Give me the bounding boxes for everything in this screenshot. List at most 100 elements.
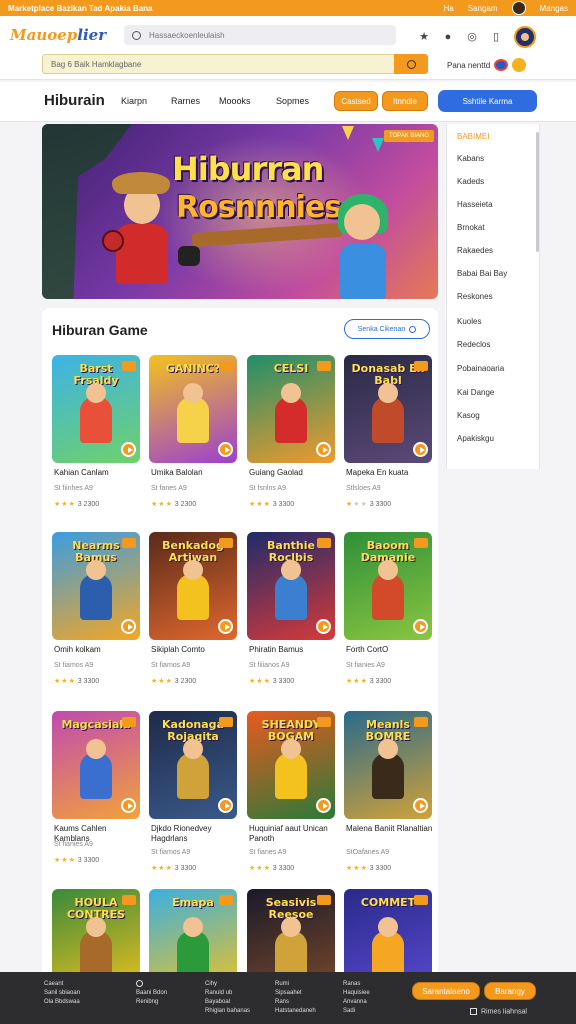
sidebar-item[interactable]: Redeclos bbox=[457, 340, 490, 349]
sidebar-item[interactable]: Hasseieta bbox=[457, 200, 493, 209]
play-icon[interactable] bbox=[413, 442, 428, 457]
sidebar-item[interactable]: Apakiskgu bbox=[457, 434, 494, 443]
region-label[interactable]: Pana nenttd bbox=[447, 61, 490, 70]
footer-primary-button[interactable]: Sarantalaeno bbox=[412, 982, 480, 1000]
sidebar-item[interactable]: Reskones bbox=[457, 292, 493, 301]
sidebar-item[interactable]: Kai Dange bbox=[457, 388, 494, 397]
game-name[interactable]: Guiang Gaolad bbox=[249, 468, 337, 478]
sidebar-item[interactable]: Kabans bbox=[457, 154, 484, 163]
play-icon[interactable] bbox=[316, 798, 331, 813]
game-card[interactable]: Magcasiala Kaums Cahlen Kamblans St fianie… bbox=[52, 711, 140, 881]
nav-link-3[interactable]: Moooks bbox=[219, 96, 251, 106]
filter-pill-1[interactable]: Castsed bbox=[334, 91, 378, 111]
search-button[interactable] bbox=[394, 54, 428, 74]
footer-text[interactable]: Sadi bbox=[343, 1007, 370, 1016]
location-pin-icon[interactable]: ● bbox=[442, 31, 454, 43]
secondary-search-input[interactable]: Bag 6 Baik Hamklagbane bbox=[42, 54, 396, 74]
nav-link-1[interactable]: Kiarpn bbox=[121, 96, 147, 106]
footer-text[interactable]: Anvanna bbox=[343, 998, 370, 1007]
sidebar-item[interactable]: Pobainaoaria bbox=[457, 364, 504, 373]
game-card[interactable]: GANINC? Umika Balolan St fanes A9 ★★★ 3 230… bbox=[149, 355, 237, 525]
footer-text[interactable]: Cihy bbox=[205, 980, 250, 989]
hero-banner[interactable]: Hiburran Rosnnnies TOPAK BIANG bbox=[42, 124, 438, 299]
nav-link-2[interactable]: Rarnes bbox=[171, 96, 200, 106]
nav-title[interactable]: Hiburain bbox=[44, 92, 105, 109]
game-thumbnail[interactable]: Banthie Roclbis bbox=[247, 532, 335, 640]
play-icon[interactable] bbox=[316, 442, 331, 457]
game-name[interactable]: Sikiplah Comto bbox=[151, 645, 239, 655]
game-card[interactable]: Meanls BOMRE Malena Baniit Rlanaltian StOa… bbox=[344, 711, 432, 881]
see-all-button[interactable]: Senka Cikenan bbox=[344, 319, 430, 339]
game-card[interactable]: Donasab En Babl Mapeka En kuata Stlsloes A… bbox=[344, 355, 432, 525]
game-name[interactable]: Mapeka En kuata bbox=[346, 468, 434, 478]
game-card[interactable]: Barst Frsaldy Kahian Canlam St fiinhes A9 ★… bbox=[52, 355, 140, 525]
sidebar-scrollbar[interactable] bbox=[536, 132, 539, 252]
game-card[interactable]: SHEANDY BOGAM Huquiniaf aaut Unican Panot… bbox=[247, 711, 335, 881]
footer-text[interactable]: Rhiglan bahanas bbox=[205, 1007, 250, 1016]
sidebar-item[interactable]: Kadeds bbox=[457, 177, 484, 186]
footer-text[interactable]: Ola Bbdswaa bbox=[44, 998, 80, 1007]
footer-text[interactable]: Ranas bbox=[343, 980, 370, 989]
game-card[interactable]: Benkadog Artiwan Sikiplah Comto St fiamos … bbox=[149, 532, 237, 702]
play-icon[interactable] bbox=[413, 798, 428, 813]
game-name[interactable]: Huquiniaf aaut Unican Panoth bbox=[249, 824, 337, 844]
game-thumbnail[interactable]: CELSI bbox=[247, 355, 335, 463]
site-logo[interactable]: Mauoeplier bbox=[10, 26, 106, 44]
play-icon[interactable] bbox=[218, 619, 233, 634]
top-user-label[interactable]: Mangas bbox=[540, 4, 568, 13]
game-thumbnail[interactable]: SHEANDY BOGAM bbox=[247, 711, 335, 819]
game-name[interactable]: Malena Baniit Rlanaltian bbox=[346, 824, 434, 834]
nav-link-4[interactable]: Sopmes bbox=[276, 96, 309, 106]
coins-icon[interactable] bbox=[512, 58, 527, 72]
game-thumbnail[interactable]: Kadonaga Rojaqita bbox=[149, 711, 237, 819]
game-name[interactable]: Umika Balolan bbox=[151, 468, 239, 478]
footer-text[interactable]: Renibng bbox=[136, 998, 167, 1007]
game-thumbnail[interactable]: Benkadog Artiwan bbox=[149, 532, 237, 640]
user-avatar[interactable] bbox=[514, 26, 536, 48]
play-icon[interactable] bbox=[121, 442, 136, 457]
game-thumbnail[interactable]: GANINC? bbox=[149, 355, 237, 463]
footer-text[interactable]: Bayaboal bbox=[205, 998, 250, 1007]
footer-text[interactable]: Caeant bbox=[44, 980, 80, 989]
sidebar-item[interactable]: Kasog bbox=[457, 411, 480, 420]
game-card[interactable]: Banthie Roclbis Phiratin Bamus St fiiianos… bbox=[247, 532, 335, 702]
search-input[interactable]: Hassaeckoenleulaish bbox=[124, 25, 396, 45]
game-thumbnail[interactable]: Baoom Damanie bbox=[344, 532, 432, 640]
sidebar-item[interactable]: Brnokat bbox=[457, 223, 485, 232]
top-link-1[interactable]: Ha bbox=[444, 4, 454, 13]
game-card[interactable]: Kadonaga Rojaqita Djkdo Rionedvey Hagdrla… bbox=[149, 711, 237, 881]
footer-secondary-button[interactable]: Barangy bbox=[484, 982, 536, 1000]
play-icon[interactable] bbox=[218, 442, 233, 457]
cta-button[interactable]: Sshtile Karma bbox=[438, 90, 537, 112]
game-thumbnail[interactable]: Barst Frsaldy bbox=[52, 355, 140, 463]
user-avatar-small[interactable] bbox=[511, 1, 526, 15]
play-icon[interactable] bbox=[413, 619, 428, 634]
game-thumbnail[interactable]: Donasab En Babl bbox=[344, 355, 432, 463]
game-name[interactable]: Kahian Canlam bbox=[54, 468, 142, 478]
footer-text[interactable]: Ranuld ub bbox=[205, 989, 250, 998]
footer-text[interactable]: Baani Bdon bbox=[136, 989, 167, 998]
settings-icon[interactable]: ◎ bbox=[466, 31, 478, 43]
flag-icon[interactable] bbox=[494, 59, 509, 71]
play-icon[interactable] bbox=[316, 619, 331, 634]
play-icon[interactable] bbox=[218, 798, 233, 813]
footer-text[interactable]: Hatstanedaneh bbox=[275, 1007, 316, 1016]
game-thumbnail[interactable]: Meanls BOMRE bbox=[344, 711, 432, 819]
footer-text[interactable]: Sipsaahet bbox=[275, 989, 316, 998]
sidebar-item[interactable]: Rakaedes bbox=[457, 246, 493, 255]
game-card[interactable]: CELSI Guiang Gaolad St fsnlns A9 ★★★ 3 3300 bbox=[247, 355, 335, 525]
play-icon[interactable] bbox=[121, 798, 136, 813]
footer-checkbox[interactable]: Rimes Iiahnsal bbox=[470, 1008, 527, 1015]
play-icon[interactable] bbox=[121, 619, 136, 634]
game-name[interactable]: Omih kolkam bbox=[54, 645, 142, 655]
bookmark-icon[interactable]: ▯ bbox=[490, 31, 502, 43]
sidebar-item[interactable]: Babai Bai Bay bbox=[457, 269, 507, 278]
sidebar-item[interactable]: Kuoles bbox=[457, 317, 481, 326]
game-card[interactable]: Nearms Bamus Omih kolkam St fiamos A9 ★★★ 3… bbox=[52, 532, 140, 702]
game-name[interactable]: Forth CortO bbox=[346, 645, 434, 655]
top-link-2[interactable]: Sangam bbox=[468, 4, 498, 13]
game-thumbnail[interactable]: Magcasiala bbox=[52, 711, 140, 819]
footer-text[interactable]: Sanil sbiaoan bbox=[44, 989, 80, 998]
game-name[interactable]: Djkdo Rionedvey Hagdrlans bbox=[151, 824, 239, 844]
footer-text[interactable]: Haquisiee bbox=[343, 989, 370, 998]
